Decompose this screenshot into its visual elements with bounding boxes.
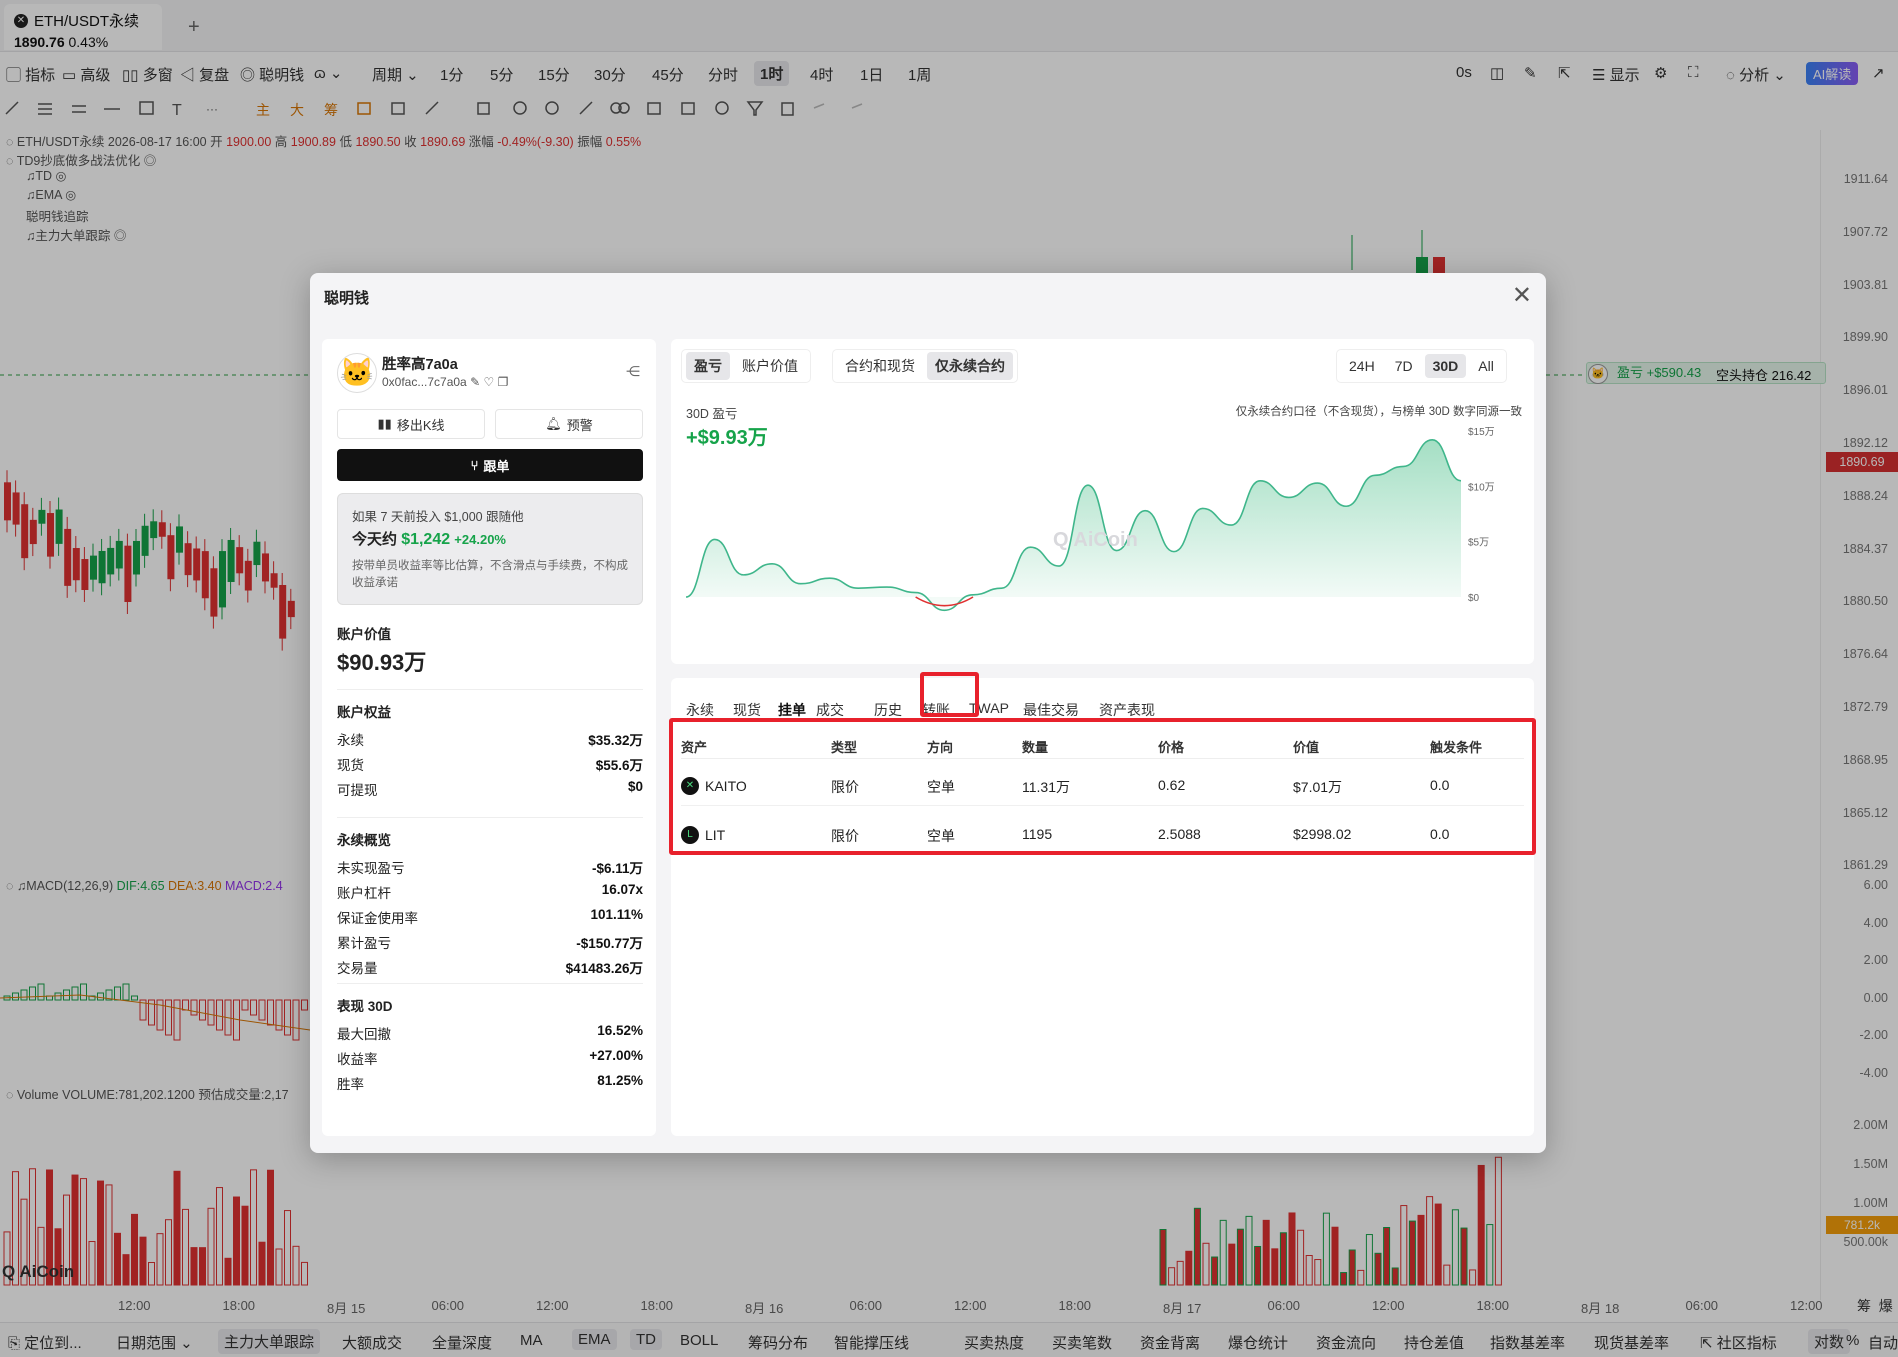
- orders-panel: 永续 现货 挂单 成交 历史 转账 TWAP 最佳交易 资产表现 资产 类型 方向 数量 价格 价值 触发条…: [669, 672, 1536, 1136]
- perf-title: 表现 30D: [337, 999, 393, 1014]
- stat-row: 永续 $35.32万: [337, 729, 643, 749]
- stat-row: 账户杠杆 16.07x: [337, 882, 643, 902]
- highlight-active-tab: [920, 672, 979, 717]
- simulation-result: 今天约 $1,242 +24.20%: [352, 531, 506, 548]
- perp-title: 永续概览: [337, 833, 391, 848]
- stat-value: $0: [627, 779, 643, 794]
- edit-icon[interactable]: ✎: [470, 375, 480, 389]
- stat-row: 交易量 $41483.26万: [337, 957, 643, 977]
- stat-value: +27.00%: [589, 1048, 643, 1063]
- list-tab-3[interactable]: 挂单: [778, 700, 806, 720]
- stat-label: 收益率: [337, 1052, 378, 1067]
- stat-label: 累计盈亏: [337, 936, 391, 951]
- share-icon[interactable]: ⋲: [626, 363, 640, 380]
- stat-label: 胜率: [337, 1077, 364, 1092]
- stat-value: 16.07x: [601, 882, 643, 897]
- account-value-label: 账户价值: [337, 627, 391, 642]
- stat-value: 101.11%: [590, 907, 643, 922]
- y-tick-label: $15万: [1468, 427, 1495, 438]
- smart-money-modal: 聪明钱 ✕ 🐱 胜率高7a0a 0x0fac...7c7a0a ✎ ♡ ❐ ⋲ …: [310, 273, 1546, 1153]
- stat-row: 保证金使用率 101.11%: [337, 907, 643, 927]
- pnl-area-chart: $15万 $10万 $5万 $0 Q AiCoin: [685, 427, 1495, 612]
- stat-label: 保证金使用率: [337, 911, 418, 926]
- follow-icon: ⑂: [470, 457, 479, 473]
- stat-value: -$6.11万: [591, 861, 643, 876]
- stat-row: 未实现盈亏 -$6.11万: [337, 857, 643, 877]
- stat-row: 累计盈亏 -$150.77万: [337, 932, 643, 952]
- move-out-kline-button[interactable]: ▮▮ 移出K线: [337, 409, 485, 439]
- highlight-orders-table: [669, 718, 1536, 855]
- stat-label: 交易量: [337, 961, 378, 976]
- close-icon[interactable]: ✕: [1512, 281, 1532, 310]
- stat-row: 现货 $55.6万: [337, 754, 643, 774]
- stat-value: $55.6万: [595, 758, 643, 773]
- stat-row: 可提现 $0: [337, 779, 643, 799]
- trader-address: 0x0fac...7c7a0a ✎ ♡ ❐: [382, 375, 509, 389]
- list-tab-2[interactable]: 现货: [733, 700, 761, 720]
- stat-value: $35.32万: [588, 733, 643, 748]
- y-tick-label: $0: [1468, 593, 1480, 604]
- y-tick-label: $5万: [1468, 538, 1489, 549]
- stat-label: 永续: [337, 733, 364, 748]
- follow-simulation-card: 如果 7 天前投入 $1,000 跟随他 今天约 $1,242 +24.20% …: [337, 493, 643, 605]
- stat-label: 现货: [337, 758, 364, 773]
- stat-value: -$150.77万: [576, 936, 643, 951]
- stat-value: 16.52%: [597, 1023, 643, 1038]
- stat-row: 收益率 +27.00%: [337, 1048, 643, 1068]
- bell-icon: 🔔︎: [545, 416, 562, 431]
- equity-title: 账户权益: [337, 705, 391, 720]
- list-tab-9[interactable]: 资产表现: [1099, 700, 1155, 720]
- stat-value: 81.25%: [597, 1073, 643, 1088]
- list-tab-8[interactable]: 最佳交易: [1023, 700, 1079, 720]
- stat-label: 可提现: [337, 783, 378, 798]
- y-tick-label: $10万: [1468, 482, 1495, 493]
- follow-button[interactable]: ⑂ 跟单: [337, 449, 643, 481]
- stat-value: $41483.26万: [565, 961, 643, 976]
- trader-name: 胜率高7a0a: [382, 357, 458, 373]
- list-tab-5[interactable]: 历史: [874, 700, 902, 720]
- list-tab-4[interactable]: 成交: [816, 700, 844, 720]
- simulation-note: 按带单员收益率等比估算，不含滑点与手续费，不构成收益承诺: [352, 560, 628, 589]
- pnl-chart-panel: 盈亏 账户价值 合约和现货 仅永续合约 24H 7D 30D All 30D 盈…: [671, 339, 1534, 664]
- kline-icon: ▮▮: [377, 416, 392, 431]
- avatar: 🐱: [337, 353, 377, 393]
- stat-row: 最大回撤 16.52%: [337, 1023, 643, 1043]
- stat-label: 账户杠杆: [337, 886, 391, 901]
- copy-icon[interactable]: ❐: [498, 375, 509, 389]
- trader-profile-panel: 🐱 胜率高7a0a 0x0fac...7c7a0a ✎ ♡ ❐ ⋲ ▮▮ 移出K线…: [322, 339, 656, 1136]
- list-tab-1[interactable]: 永续: [686, 700, 714, 720]
- stat-row: 胜率 81.25%: [337, 1073, 643, 1093]
- account-value: $90.93万: [337, 650, 427, 675]
- simulation-caption: 如果 7 天前投入 $1,000 跟随他: [352, 510, 524, 524]
- alert-button[interactable]: 🔔︎ 预警: [495, 409, 643, 439]
- modal-title: 聪明钱: [324, 290, 370, 307]
- heart-icon[interactable]: ♡: [483, 375, 494, 389]
- stat-label: 最大回撤: [337, 1027, 391, 1042]
- stat-label: 未实现盈亏: [337, 861, 405, 876]
- chart-watermark: Q AiCoin: [1053, 529, 1138, 551]
